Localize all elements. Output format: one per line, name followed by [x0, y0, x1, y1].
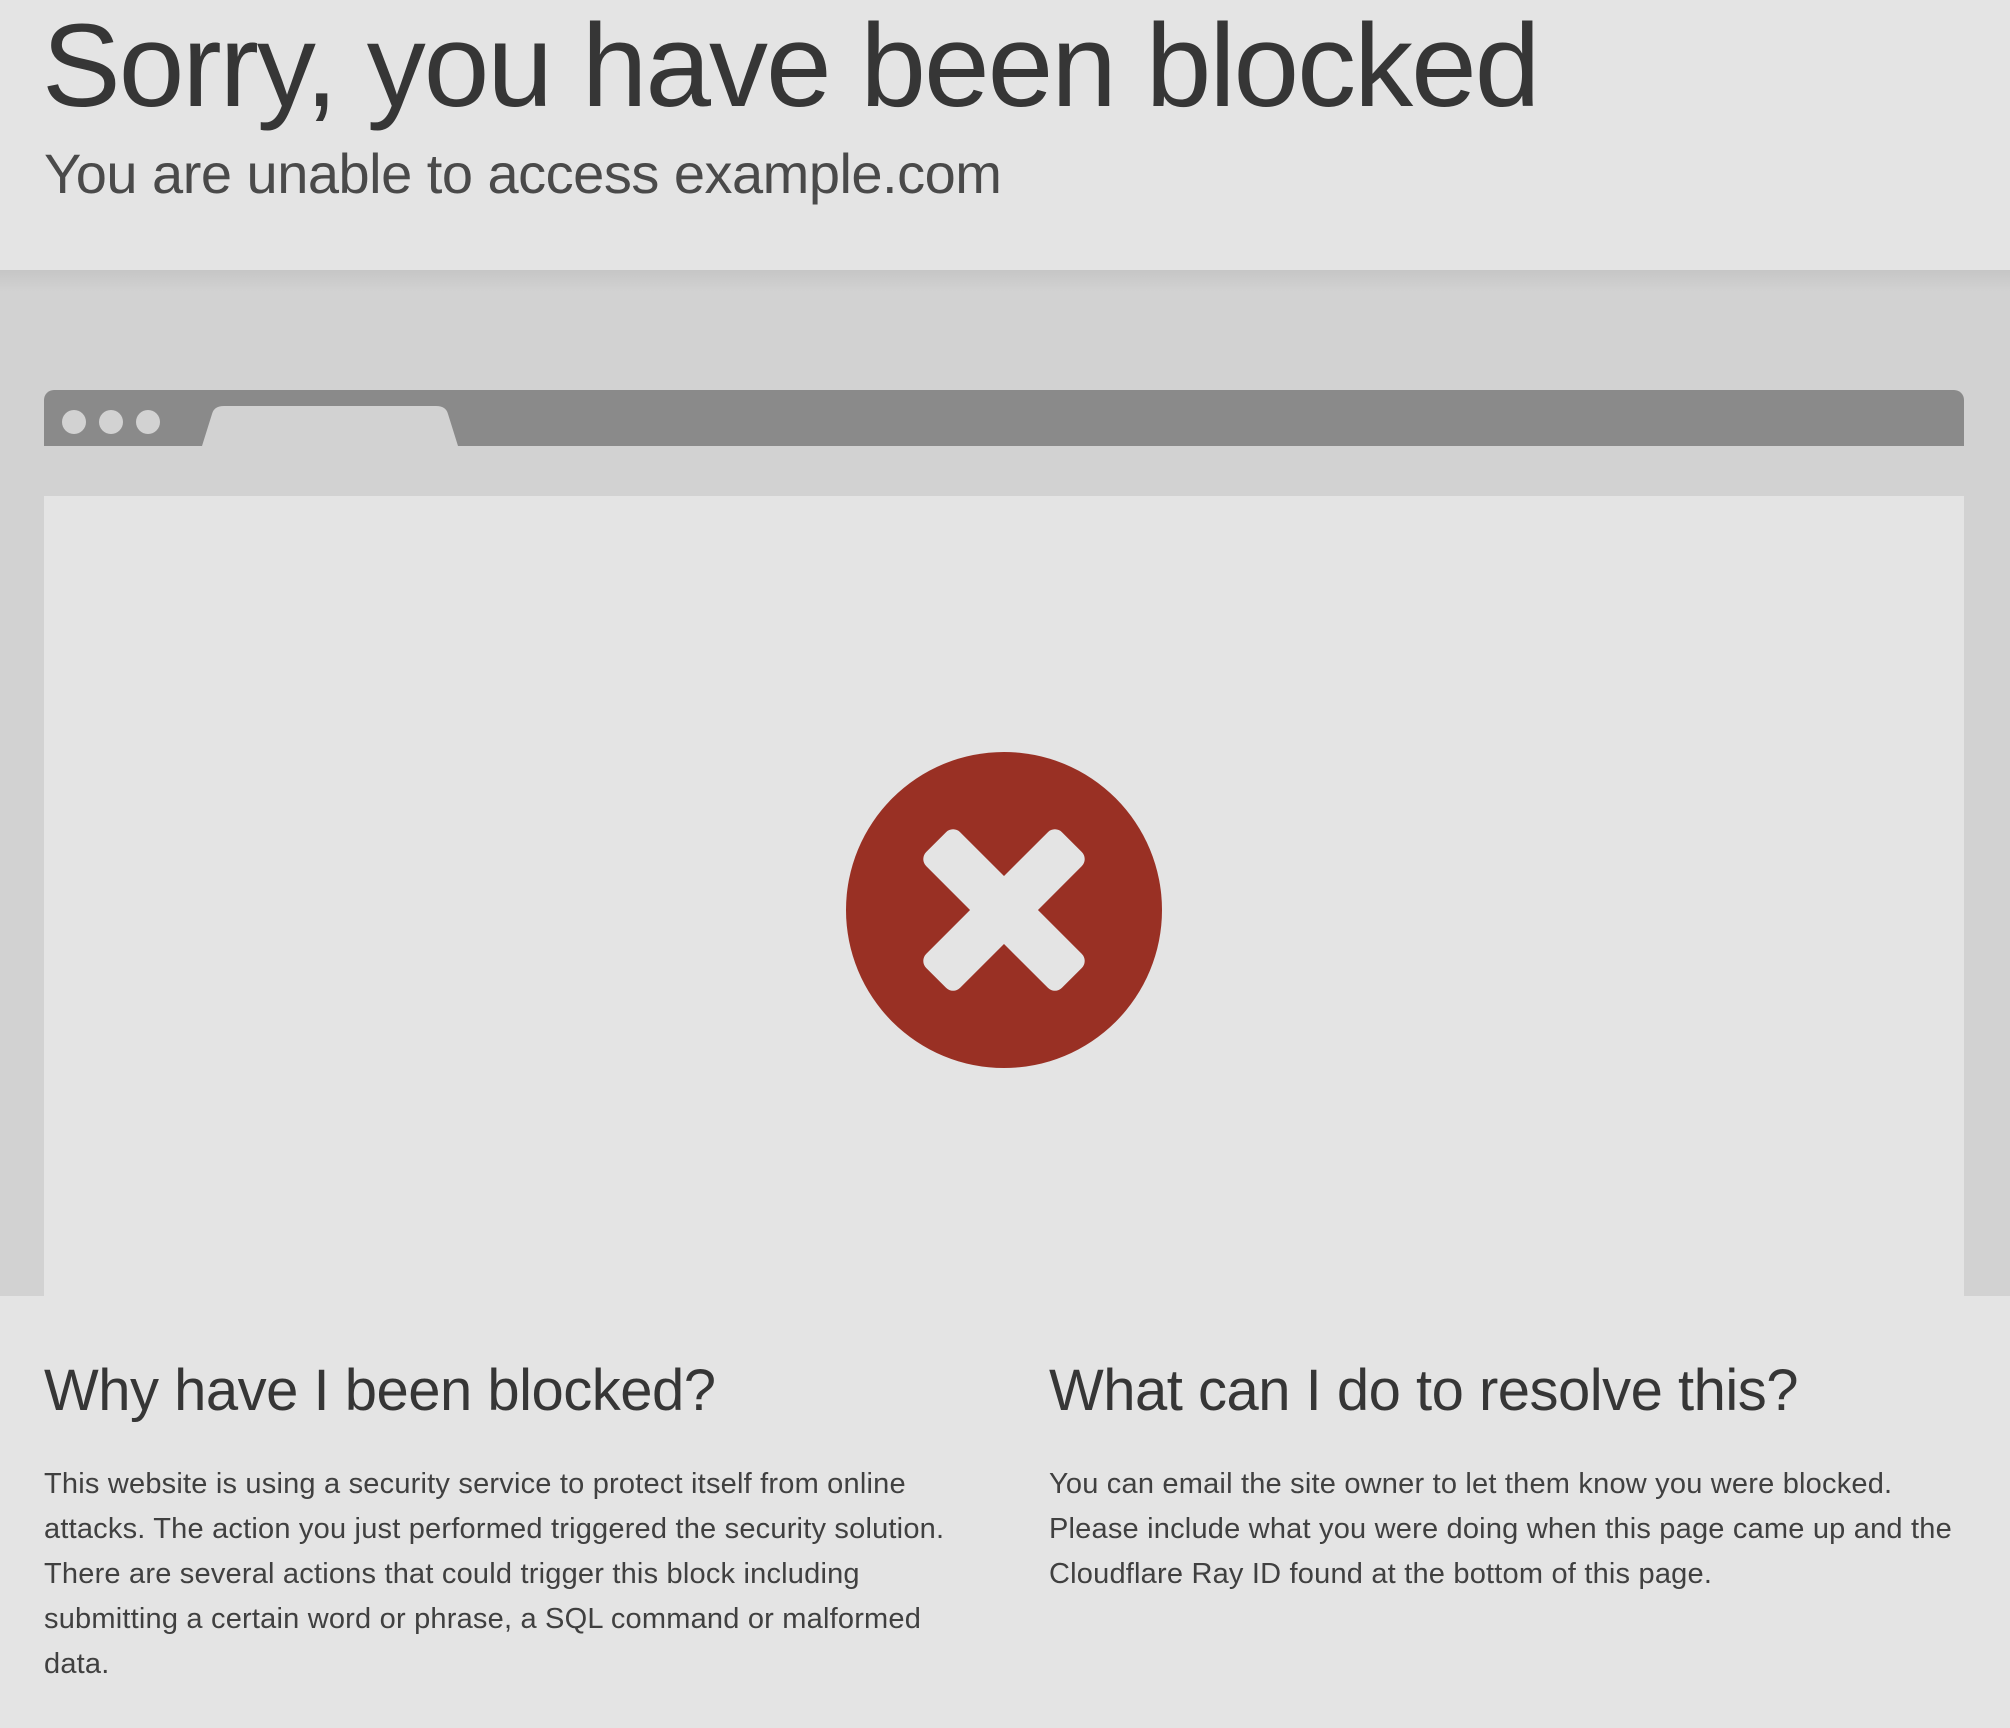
window-dot-icon: [62, 410, 86, 434]
illustration-stage: [0, 270, 2010, 1296]
page-title: Sorry, you have been blocked: [42, 0, 1540, 132]
info-section: Why have I been blocked? This website is…: [0, 1296, 2010, 1728]
window-dot-icon: [136, 410, 160, 434]
browser-window-bar: [44, 390, 1964, 446]
window-dot-icon: [99, 410, 123, 434]
why-blocked-heading: Why have I been blocked?: [44, 1358, 716, 1423]
resolve-text: You can email the site owner to let them…: [1049, 1468, 1952, 1590]
browser-tab-icon: [202, 406, 458, 446]
why-blocked-section: Why have I been blocked? This website is…: [44, 1356, 964, 1687]
error-x-circle-icon: [846, 752, 1162, 1068]
resolve-heading: What can I do to resolve this?: [1049, 1358, 1799, 1423]
why-blocked-text: This website is using a security service…: [44, 1468, 945, 1680]
resolve-section: What can I do to resolve this? You can e…: [1049, 1356, 1969, 1597]
page-subtitle: You are unable to access example.com: [44, 142, 1002, 205]
page-header: Sorry, you have been blocked You are una…: [0, 0, 2010, 270]
stage-shadow: [0, 270, 2010, 292]
browser-window-body: [44, 496, 1964, 1296]
